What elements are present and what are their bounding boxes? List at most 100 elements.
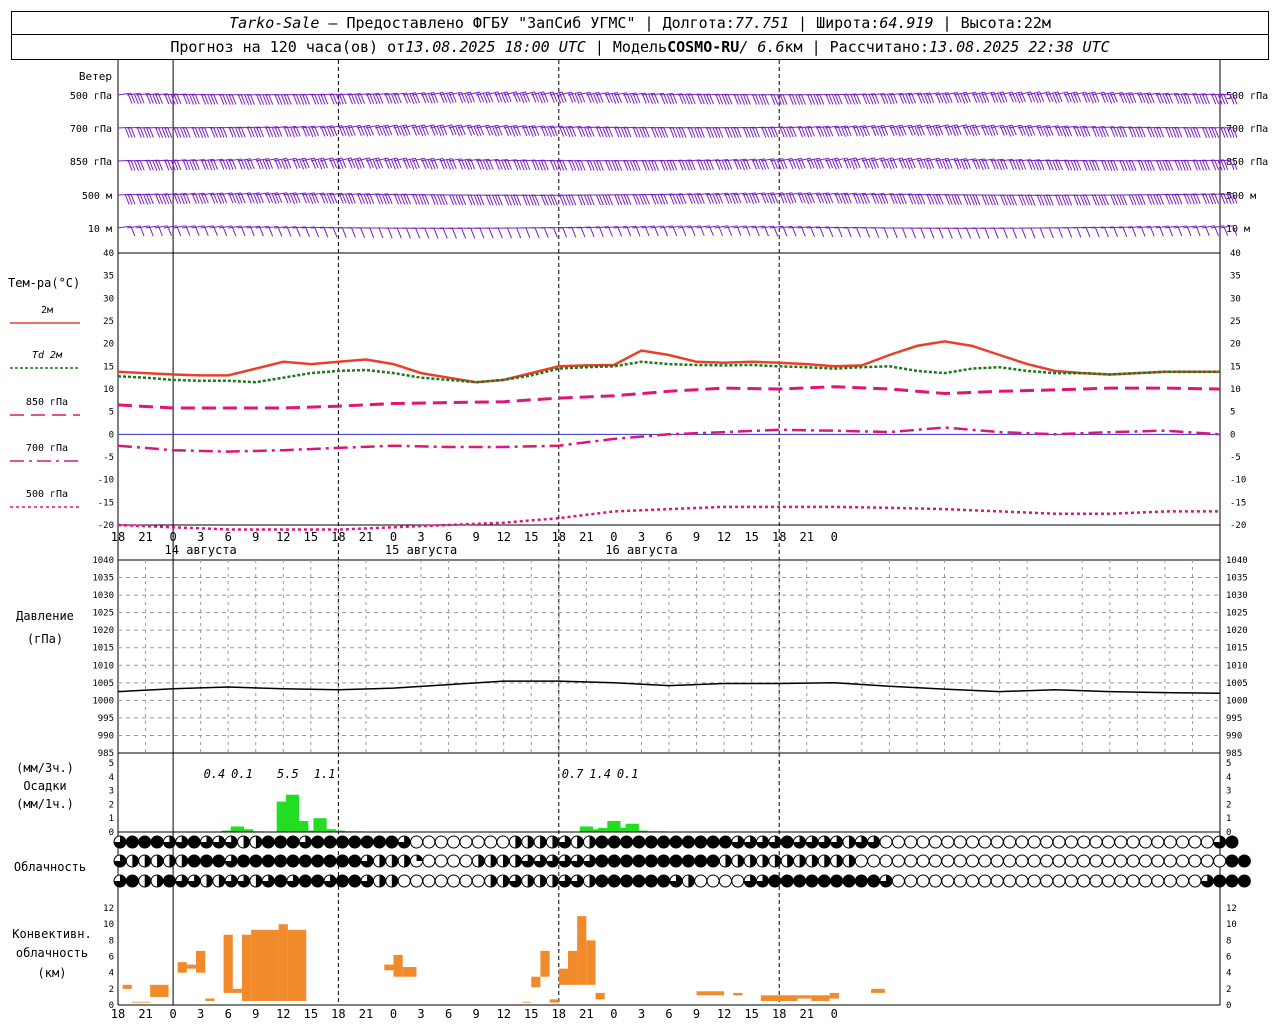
cloud-circle <box>595 874 609 888</box>
temp-ytick-right: 20 <box>1230 340 1241 350</box>
cloud-fill <box>787 855 794 867</box>
cloud-symbol <box>657 874 671 888</box>
wind-barb-flag <box>607 226 613 237</box>
cloud-circle <box>1003 835 1017 849</box>
cloud-symbol <box>1003 854 1017 868</box>
cloud-fill <box>503 855 510 867</box>
cloud-symbol <box>842 874 856 888</box>
cloud-circle <box>261 835 275 849</box>
cloud-circle <box>941 835 955 849</box>
cloud-symbol <box>447 874 461 888</box>
cloud-fill <box>540 836 547 848</box>
cloud-circle <box>1101 854 1115 868</box>
temp-series-4 <box>117 505 1220 531</box>
day-label: 15 августа <box>385 543 457 557</box>
wind-barb-flag <box>865 227 871 238</box>
temp-ytick-right: 25 <box>1230 317 1241 327</box>
cloud-circle <box>471 874 485 888</box>
cloud-symbol <box>1176 835 1190 849</box>
cloud-symbol <box>286 835 300 849</box>
cloud-symbol <box>941 854 955 868</box>
cloud-symbol <box>780 874 794 888</box>
conv-ytick-left: 12 <box>103 904 114 914</box>
cloud-symbol <box>854 874 868 888</box>
cloud-symbol <box>447 835 461 849</box>
cloud-circle <box>125 874 139 888</box>
cloud-symbol <box>891 835 905 849</box>
cloud-symbol <box>1015 854 1029 868</box>
cloud-circle <box>644 835 658 849</box>
time-tick-label: 0 <box>610 530 617 544</box>
cloud-symbol <box>348 835 362 849</box>
cloud-symbol <box>595 835 609 849</box>
cloud-circle <box>422 835 436 849</box>
cloud-circle <box>1089 835 1103 849</box>
time-tick-label: 18 <box>552 530 566 544</box>
conv-cloud-bar <box>567 950 578 985</box>
cloud-symbol <box>311 854 325 868</box>
cloud-symbol <box>298 854 312 868</box>
cloud-symbol <box>1064 835 1078 849</box>
wind-barb-flag <box>1131 226 1137 237</box>
cloud-circle <box>928 854 942 868</box>
cloud-circle <box>298 854 312 868</box>
cloud-symbol <box>1040 854 1054 868</box>
wind-barb-flag <box>819 226 825 237</box>
wind-barb-flag <box>1058 227 1063 238</box>
cloud-symbol <box>768 835 782 849</box>
cloud-symbol <box>743 854 757 868</box>
wind-level-label: 700 гПа <box>70 124 112 135</box>
cloud-symbol <box>1139 854 1153 868</box>
cloud-symbol <box>990 835 1004 849</box>
cloud-circle <box>941 854 955 868</box>
cloud-symbol <box>484 874 498 888</box>
pressure-ytick-left: 1015 <box>92 644 114 654</box>
cloud-circle <box>286 854 300 868</box>
cloud-circle <box>1040 835 1054 849</box>
cloud-circle <box>1126 854 1140 868</box>
cloud-fill <box>515 836 522 848</box>
wind-barb-flag <box>341 227 347 238</box>
cloud-symbol <box>1089 874 1103 888</box>
precip-ytick-left: 5 <box>109 759 114 769</box>
wind-barb-flag <box>562 227 568 238</box>
wind-barb-flag <box>323 226 329 238</box>
provider-text: Предоставлено ФГБУ "ЗапСиб УГМС" <box>346 14 636 32</box>
cloud-symbol <box>583 874 597 888</box>
cloud-symbol <box>644 874 658 888</box>
cloud-symbol <box>397 835 411 849</box>
cloud-symbol <box>286 854 300 868</box>
cloud-symbol <box>1139 835 1153 849</box>
cloud-symbol <box>138 835 152 849</box>
cloud-fill <box>688 875 695 887</box>
wind-barb-flag <box>360 227 366 238</box>
temp-ytick-left: 25 <box>103 317 114 327</box>
cloud-symbol <box>162 874 176 888</box>
wind-barb-flag <box>837 226 843 238</box>
cloud-symbol <box>1163 854 1177 868</box>
wind-barb-flag <box>378 227 384 239</box>
precip-ytick-left: 0 <box>109 828 114 838</box>
cloud-symbol <box>793 854 807 868</box>
cloud-circle <box>212 854 226 868</box>
bottom-time-tick-label: 12 <box>496 1007 510 1021</box>
cloud-circle <box>459 874 473 888</box>
bottom-time-tick-label: 9 <box>252 1007 259 1021</box>
cloud-symbol <box>187 835 201 849</box>
conv-ytick-left: 8 <box>109 936 114 946</box>
pressure-ytick-left: 985 <box>98 749 114 759</box>
cloud-circle <box>311 835 325 849</box>
cloud-circle <box>1225 854 1239 868</box>
cloud-circle <box>941 874 955 888</box>
conv-cloud-bar <box>287 929 307 1001</box>
cloud-circle <box>891 854 905 868</box>
bottom-time-tick-label: 12 <box>276 1007 290 1021</box>
cloud-symbol <box>261 835 275 849</box>
cloud-symbol <box>150 874 164 888</box>
cloud-symbol <box>187 854 201 868</box>
cloud-circle <box>434 874 448 888</box>
cloud-symbol <box>521 874 535 888</box>
cloud-symbol <box>891 854 905 868</box>
cloud-symbol <box>916 874 930 888</box>
time-tick-label: 0 <box>169 530 176 544</box>
